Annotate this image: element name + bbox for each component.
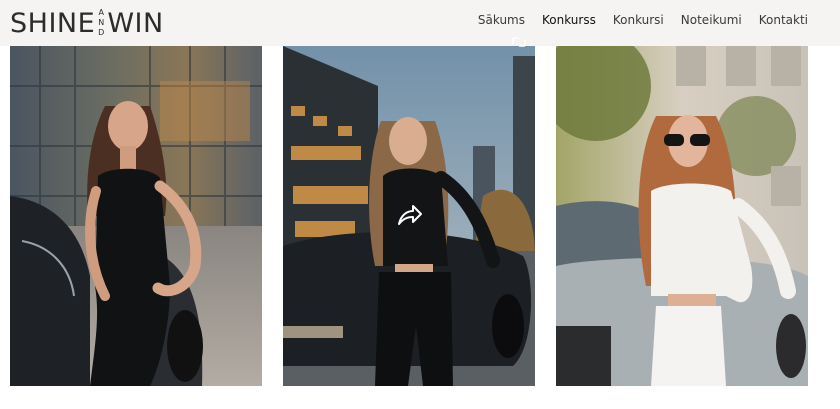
photo-woman-white-shirt <box>556 26 808 386</box>
logo-word-win: WIN <box>107 7 164 39</box>
share-arrow-icon[interactable] <box>394 200 424 230</box>
logo-and-n: N <box>98 18 105 27</box>
expand-icon[interactable] <box>511 36 527 48</box>
gallery-card-1[interactable] <box>10 26 262 386</box>
logo-and: A N D <box>98 8 104 38</box>
photo-woman-black-dress <box>10 26 262 386</box>
nav-noteikumi[interactable]: Noteikumi <box>681 13 742 27</box>
logo[interactable]: SHINE A N D WIN <box>10 3 164 43</box>
logo-word-shine: SHINE <box>10 7 96 39</box>
nav-sakums[interactable]: Sākums <box>478 13 525 27</box>
photo-gallery <box>0 0 840 409</box>
gallery-card-3[interactable] <box>556 26 808 386</box>
logo-and-d: D <box>98 28 105 37</box>
nav-konkursi[interactable]: Konkursi <box>613 13 664 27</box>
site-header: SHINE A N D WIN Sākums Konkurss Konkursi… <box>0 0 840 46</box>
nav-konkurss[interactable]: Konkurss <box>542 13 596 27</box>
main-nav: Sākums Konkurss Konkursi Noteikumi Konta… <box>478 13 808 27</box>
logo-and-a: A <box>98 8 104 17</box>
nav-kontakti[interactable]: Kontakti <box>759 13 808 27</box>
